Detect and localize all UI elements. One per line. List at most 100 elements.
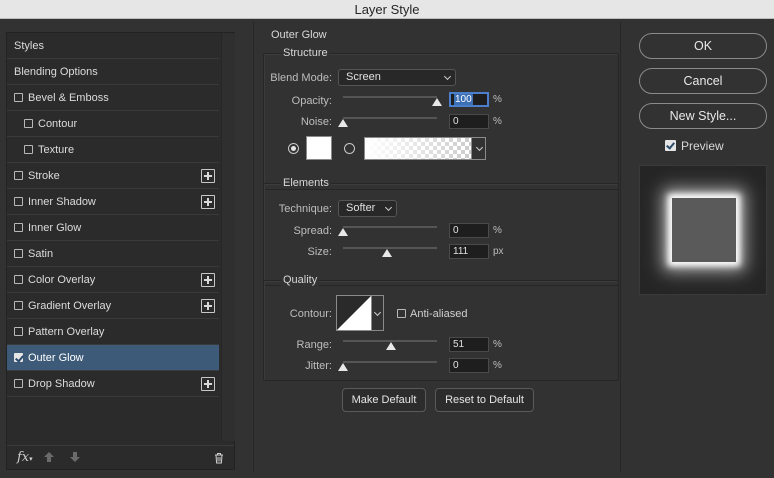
contour-label: Contour: [289, 308, 332, 320]
window-title: Layer Style [0, 0, 774, 19]
gradient-dropdown-button[interactable] [472, 137, 486, 160]
style-item-satin[interactable]: Satin [7, 241, 219, 267]
jitter-field[interactable]: 0 [449, 358, 489, 373]
style-item-label: Contour [38, 118, 78, 130]
style-item-stroke[interactable]: Stroke [7, 163, 219, 189]
gradient-picker[interactable] [364, 137, 472, 160]
style-item-label: Stroke [28, 170, 60, 182]
style-checkbox[interactable] [24, 119, 33, 128]
style-checkbox[interactable] [14, 379, 23, 388]
technique-label: Technique: [278, 203, 332, 215]
style-item-inner-shadow[interactable]: Inner Shadow [7, 189, 219, 215]
range-field[interactable]: 51 [449, 337, 489, 352]
new-style-button[interactable]: New Style... [639, 103, 767, 129]
style-item-label: Satin [28, 248, 54, 260]
add-effect-plus-icon[interactable] [201, 169, 215, 183]
style-item-color-overlay[interactable]: Color Overlay [7, 267, 219, 293]
make-default-button[interactable]: Make Default [342, 388, 426, 412]
style-item-contour[interactable]: Contour [7, 111, 219, 137]
add-effect-plus-icon[interactable] [201, 195, 215, 209]
size-field[interactable]: 111 [449, 244, 489, 259]
style-item-label: Color Overlay [28, 274, 96, 286]
styles-list: Styles Blending Options Bevel & Emboss Cont… [7, 33, 219, 397]
anti-aliased-label: Anti-aliased [410, 308, 468, 320]
styles-list-scrollbar[interactable] [221, 33, 235, 441]
style-item-label: Blending Options [14, 66, 98, 78]
chevron-down-icon [373, 308, 382, 317]
add-effect-plus-icon[interactable] [201, 273, 215, 287]
style-item-pattern-overlay[interactable]: Pattern Overlay [7, 319, 219, 345]
add-effect-plus-icon[interactable] [201, 377, 215, 391]
style-checkbox[interactable] [14, 275, 23, 284]
contour-picker[interactable] [336, 295, 372, 331]
style-item-label: Texture [38, 144, 75, 156]
fx-icon[interactable]: fx▾ [17, 450, 33, 465]
style-item-gradient-overlay[interactable]: Gradient Overlay [7, 293, 219, 319]
style-checkbox[interactable] [14, 301, 23, 310]
technique-dropdown[interactable]: Softer [338, 200, 397, 217]
structure-title: Structure [281, 47, 330, 59]
move-down-icon[interactable] [69, 451, 81, 463]
move-up-icon[interactable] [43, 451, 55, 463]
style-item-label: Drop Shadow [28, 378, 95, 390]
opacity-slider[interactable] [343, 96, 437, 98]
cancel-button[interactable]: Cancel [639, 68, 767, 94]
style-item-label: Styles [14, 40, 44, 52]
style-item-styles[interactable]: Styles [7, 33, 219, 59]
style-item-bevel-emboss[interactable]: Bevel & Emboss [7, 85, 219, 111]
opacity-unit: % [493, 94, 502, 105]
technique-value: Softer [346, 202, 376, 214]
size-unit: px [493, 246, 504, 257]
style-checkbox[interactable] [14, 197, 23, 206]
style-checkbox[interactable] [14, 327, 23, 336]
style-item-texture[interactable]: Texture [7, 137, 219, 163]
noise-field[interactable]: 0 [449, 114, 489, 129]
style-item-label: Bevel & Emboss [28, 92, 109, 104]
style-item-label: Pattern Overlay [28, 326, 105, 338]
opacity-slider-thumb[interactable] [432, 98, 442, 106]
style-item-inner-glow[interactable]: Inner Glow [7, 215, 219, 241]
opacity-field[interactable]: 100 [449, 92, 489, 107]
noise-slider[interactable] [343, 117, 437, 119]
panel-title: Outer Glow [271, 29, 327, 41]
preview-label: Preview [681, 139, 724, 153]
range-slider-thumb[interactable] [385, 342, 396, 350]
style-checkbox[interactable] [14, 93, 23, 102]
preview-checkbox[interactable] [665, 140, 676, 151]
noise-slider-thumb[interactable] [338, 119, 348, 127]
jitter-slider-thumb[interactable] [338, 363, 348, 371]
jitter-label: Jitter: [305, 360, 332, 372]
style-item-outer-glow[interactable]: Outer Glow [7, 345, 219, 371]
jitter-unit: % [493, 360, 502, 371]
opacity-label: Opacity: [291, 95, 332, 107]
preview-toggle[interactable]: Preview [665, 139, 724, 153]
style-checkbox[interactable] [24, 145, 33, 154]
trash-icon[interactable] [213, 452, 225, 464]
spread-unit: % [493, 225, 502, 236]
style-item-drop-shadow[interactable]: Drop Shadow [7, 371, 219, 397]
spread-slider-thumb[interactable] [338, 228, 348, 236]
solid-color-radio[interactable] [288, 143, 299, 154]
style-item-label: Outer Glow [28, 352, 84, 364]
reset-to-default-button[interactable]: Reset to Default [435, 388, 534, 412]
anti-aliased-checkbox[interactable] [397, 309, 406, 318]
blend-mode-dropdown[interactable]: Screen [338, 69, 456, 86]
spread-slider[interactable] [343, 226, 437, 228]
range-label: Range: [296, 339, 332, 351]
gradient-radio[interactable] [344, 143, 355, 154]
style-checkbox[interactable] [14, 171, 23, 180]
glow-color-swatch[interactable] [306, 136, 332, 160]
ok-button[interactable]: OK [639, 33, 767, 59]
contour-dropdown-button[interactable] [372, 295, 384, 331]
jitter-slider[interactable] [343, 361, 437, 363]
style-checkbox[interactable] [14, 353, 23, 362]
style-item-blending-options[interactable]: Blending Options [7, 59, 219, 85]
spread-field[interactable]: 0 [449, 223, 489, 238]
range-unit: % [493, 339, 502, 350]
styles-panel: Styles Blending Options Bevel & Emboss Cont… [6, 32, 235, 470]
style-checkbox[interactable] [14, 249, 23, 258]
outer-glow-panel: Outer Glow Structure Blend Mode: Screen … [253, 22, 621, 472]
style-checkbox[interactable] [14, 223, 23, 232]
size-slider-thumb[interactable] [382, 249, 393, 257]
add-effect-plus-icon[interactable] [201, 299, 215, 313]
